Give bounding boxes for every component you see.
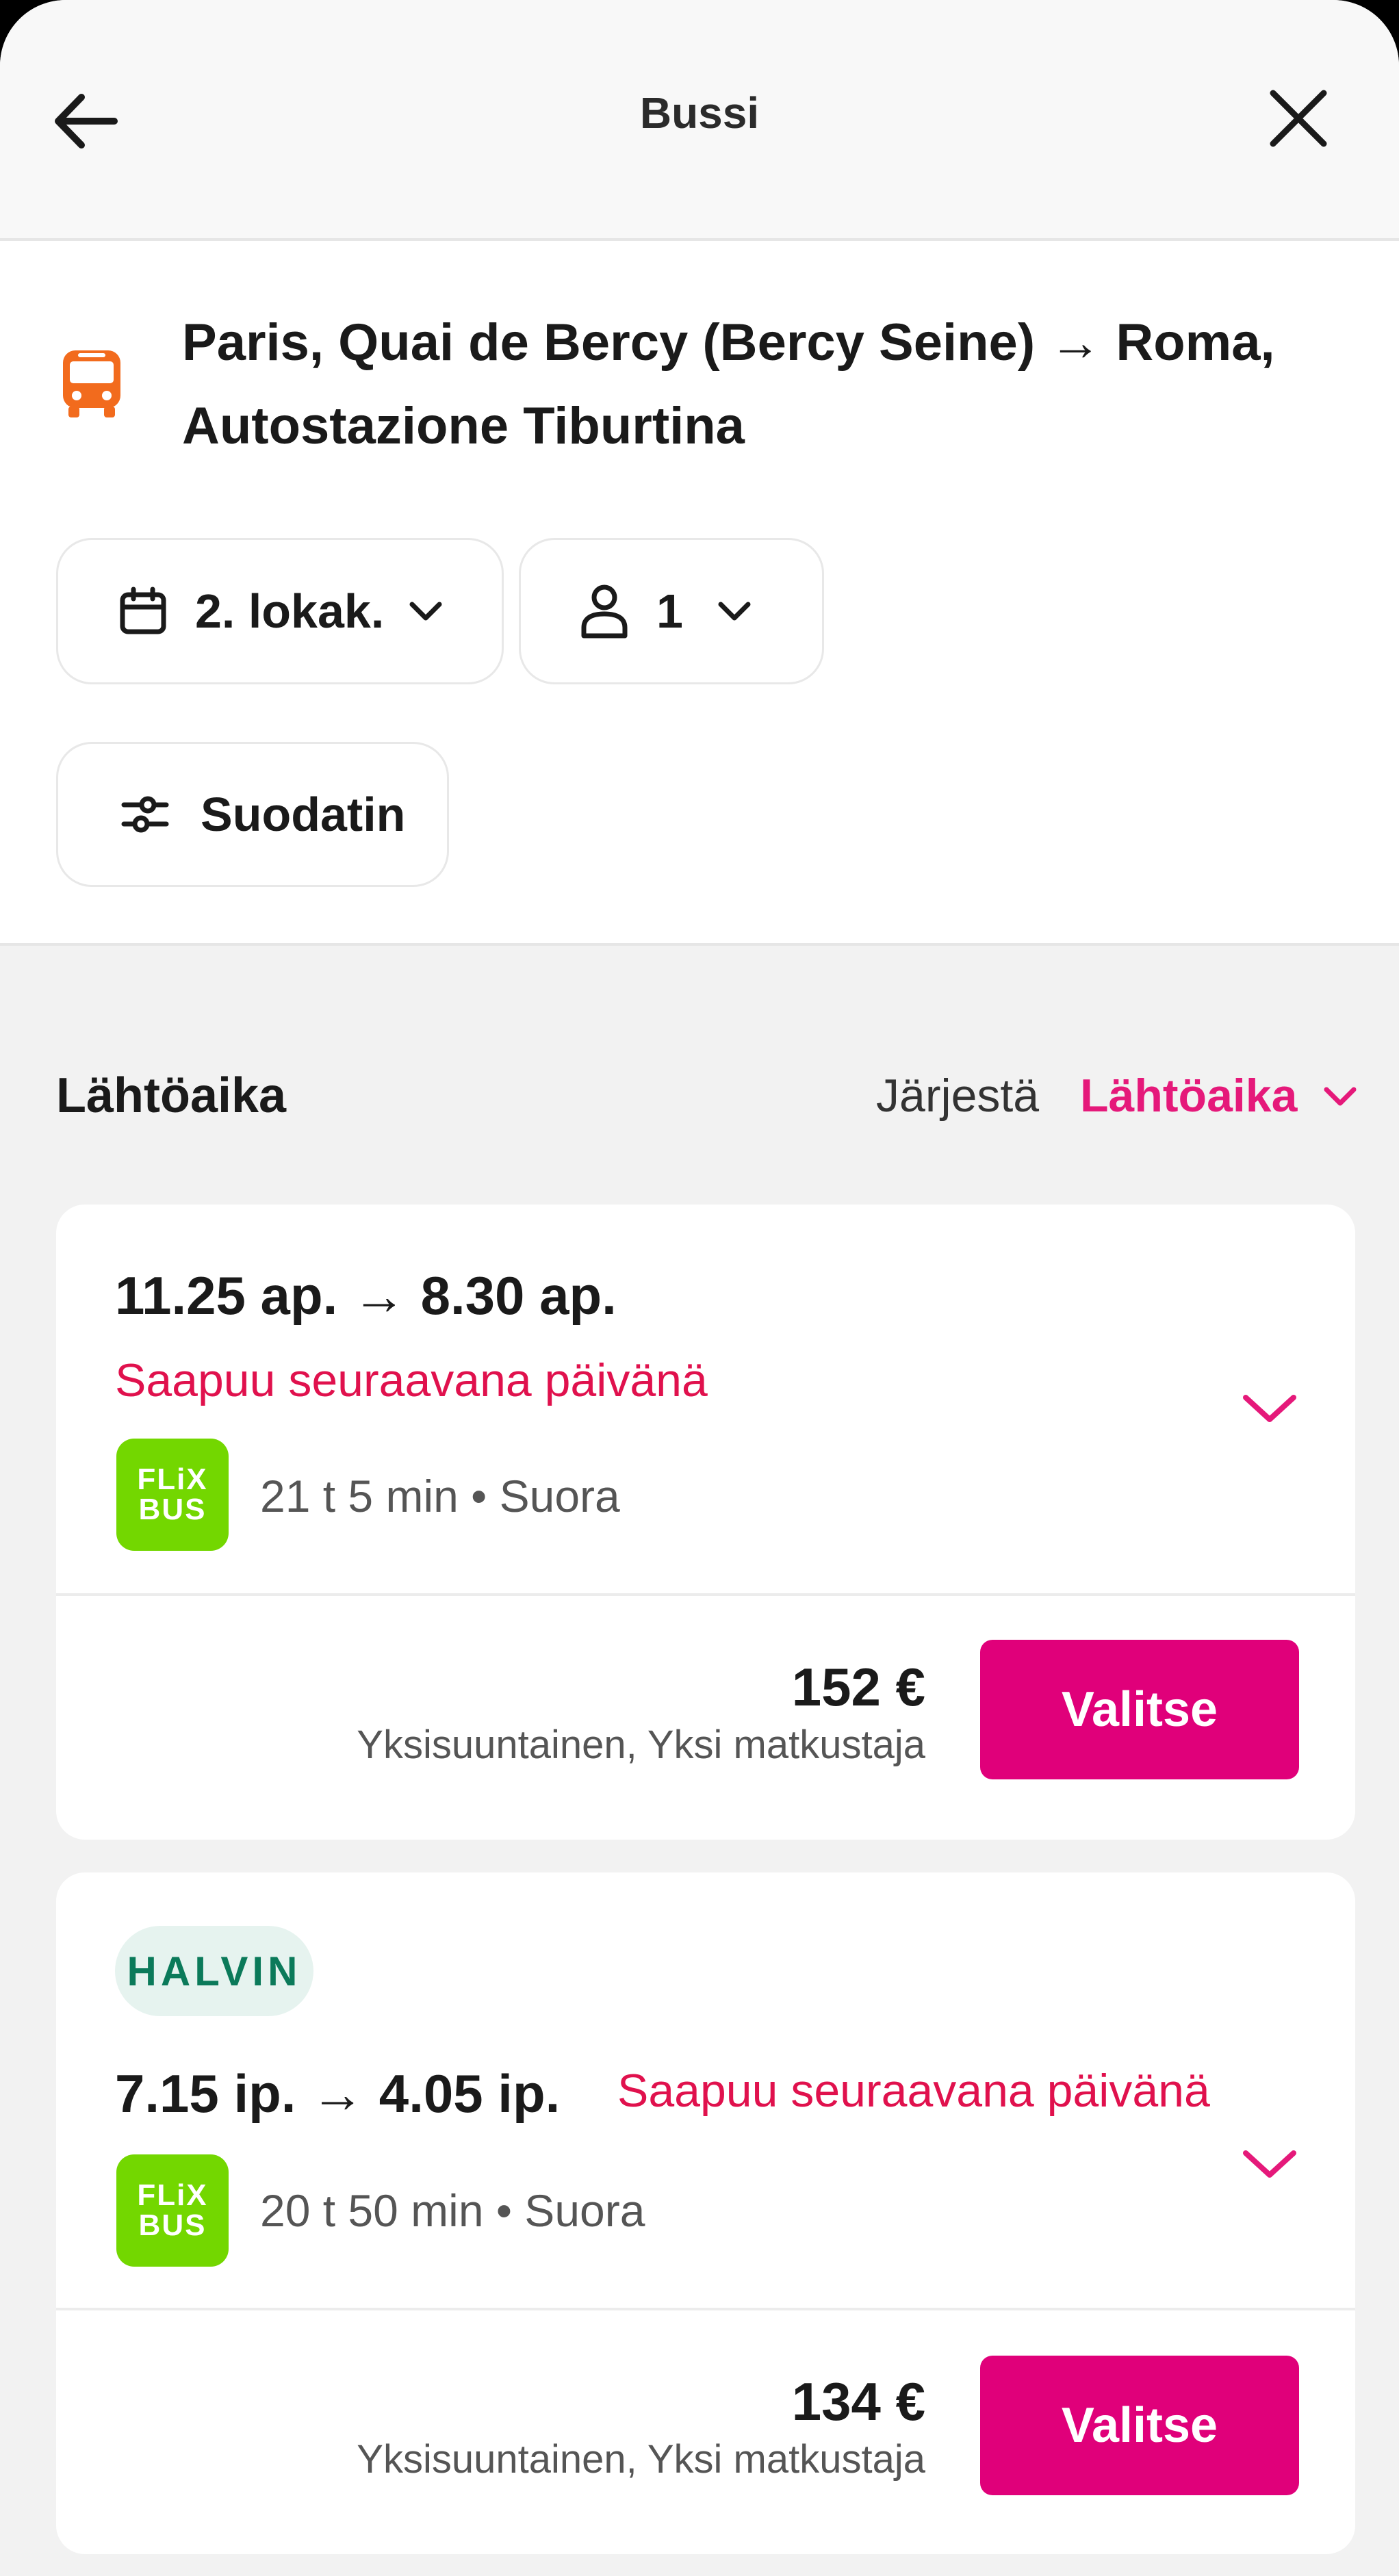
price-note: Yksisuuntainen, Yksi matkustaja xyxy=(357,1723,925,1767)
route-title: Paris, Quai de Bercy (Bercy Seine) → Rom… xyxy=(182,313,1275,455)
trip-card[interactable]: HALVIN 7.15 ip. → 4.05 ip. Saapuu seuraa… xyxy=(56,1872,1355,2554)
page-title: Bussi xyxy=(639,88,760,138)
sort-label: Järjestä xyxy=(876,1070,1040,1122)
calendar-icon xyxy=(120,587,166,634)
date-selector[interactable]: 2. lokak. xyxy=(56,538,504,684)
trip-duration: 20 t 50 min • Suora xyxy=(260,2185,645,2236)
trip-card[interactable]: 11.25 ap. → 8.30 ap. Saapuu seuraavana p… xyxy=(56,1205,1355,1840)
passenger-selector[interactable]: 1 xyxy=(519,538,824,684)
person-icon xyxy=(581,584,628,639)
chevron-down-icon xyxy=(718,602,751,621)
close-icon xyxy=(1270,90,1327,147)
cheapest-badge: HALVIN xyxy=(115,1926,313,2016)
filter-button[interactable]: Suodatin xyxy=(56,742,449,887)
card-divider xyxy=(56,1593,1355,1596)
arrival-note: Saapuu seuraavana päivänä xyxy=(617,2065,1210,2117)
trip-times: 11.25 ap. → 8.30 ap. xyxy=(115,1265,617,1326)
select-button[interactable]: Valitse xyxy=(980,2356,1299,2495)
trip-duration: 21 t 5 min • Suora xyxy=(260,1471,620,1521)
price-note: Yksisuuntainen, Yksi matkustaja xyxy=(357,2437,925,2482)
arrival-note: Saapuu seuraavana päivänä xyxy=(115,1354,708,1406)
sort-dropdown[interactable]: Lähtöaika xyxy=(1080,1069,1297,1122)
flixbus-logo: FLiX BUS xyxy=(116,2154,229,2267)
chevron-down-icon[interactable] xyxy=(1239,1388,1300,1429)
select-button[interactable]: Valitse xyxy=(980,1640,1299,1779)
chevron-down-icon[interactable] xyxy=(1239,2143,1300,2185)
trip-price: 152 € xyxy=(791,1657,925,1717)
bus-icon xyxy=(63,350,120,417)
close-button[interactable] xyxy=(1261,81,1336,156)
sliders-icon xyxy=(121,796,169,833)
chevron-down-icon xyxy=(409,602,442,621)
trip-price: 134 € xyxy=(791,2371,925,2432)
card-divider xyxy=(56,2308,1355,2310)
trip-times: 7.15 ip. → 4.05 ip. xyxy=(115,2063,561,2124)
filter-label: Suodatin xyxy=(201,788,406,841)
results-heading: Lähtöaika xyxy=(56,1068,287,1123)
flixbus-logo: FLiX BUS xyxy=(116,1439,229,1551)
passenger-count: 1 xyxy=(656,584,683,638)
chevron-down-icon[interactable] xyxy=(1320,1080,1361,1114)
bottom-sheet: Bussi Paris, Quai de Bercy (Bercy Seine)… xyxy=(0,0,1399,2576)
header-bar: Bussi xyxy=(0,0,1399,241)
date-value: 2. lokak. xyxy=(195,584,385,638)
